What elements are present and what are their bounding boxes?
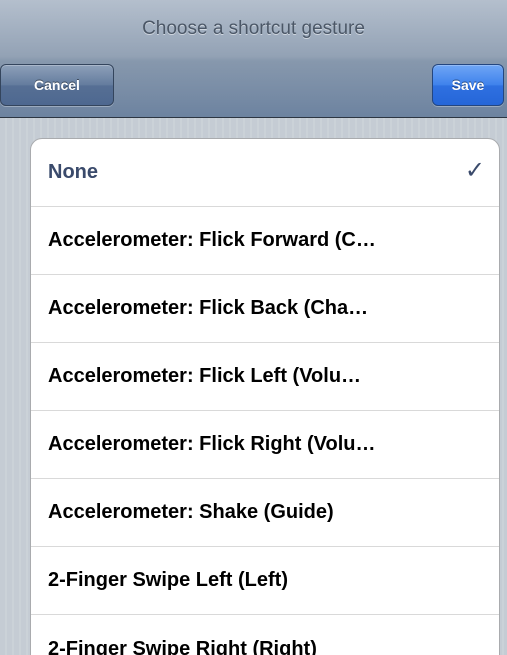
list-item-label: Accelerometer: Flick Forward (C… (48, 229, 376, 251)
list-item-label: 2-Finger Swipe Left (Left) (48, 569, 288, 591)
cancel-button[interactable]: Cancel (0, 64, 114, 106)
list-item-label: 2-Finger Swipe Right (Right) (48, 637, 317, 655)
navigation-bar: Choose a shortcut gesture Cancel Save (0, 0, 507, 118)
list-item-flick-left[interactable]: Accelerometer: Flick Left (Volu… (31, 343, 499, 411)
list-item-label: Accelerometer: Flick Back (Cha… (48, 297, 369, 319)
list-item-none[interactable]: None ✓ (31, 139, 499, 207)
page-title: Choose a shortcut gesture (142, 18, 365, 39)
list-item-swipe-right[interactable]: 2-Finger Swipe Right (Right) (31, 615, 499, 655)
gesture-list: None ✓ Accelerometer: Flick Forward (C… … (30, 138, 500, 655)
checkmark-icon: ✓ (464, 157, 485, 184)
list-item-swipe-left[interactable]: 2-Finger Swipe Left (Left) (31, 547, 499, 615)
list-item-label: Accelerometer: Flick Left (Volu… (48, 365, 362, 387)
list-item-shake[interactable]: Accelerometer: Shake (Guide) (31, 479, 499, 547)
list-item-label: None (48, 161, 98, 183)
save-button[interactable]: Save (432, 64, 504, 106)
list-item-flick-right[interactable]: Accelerometer: Flick Right (Volu… (31, 411, 499, 479)
list-item-flick-forward[interactable]: Accelerometer: Flick Forward (C… (31, 207, 499, 275)
list-item-label: Accelerometer: Flick Right (Volu… (48, 433, 376, 455)
list-item-flick-back[interactable]: Accelerometer: Flick Back (Cha… (31, 275, 499, 343)
list-item-label: Accelerometer: Shake (Guide) (48, 501, 334, 523)
